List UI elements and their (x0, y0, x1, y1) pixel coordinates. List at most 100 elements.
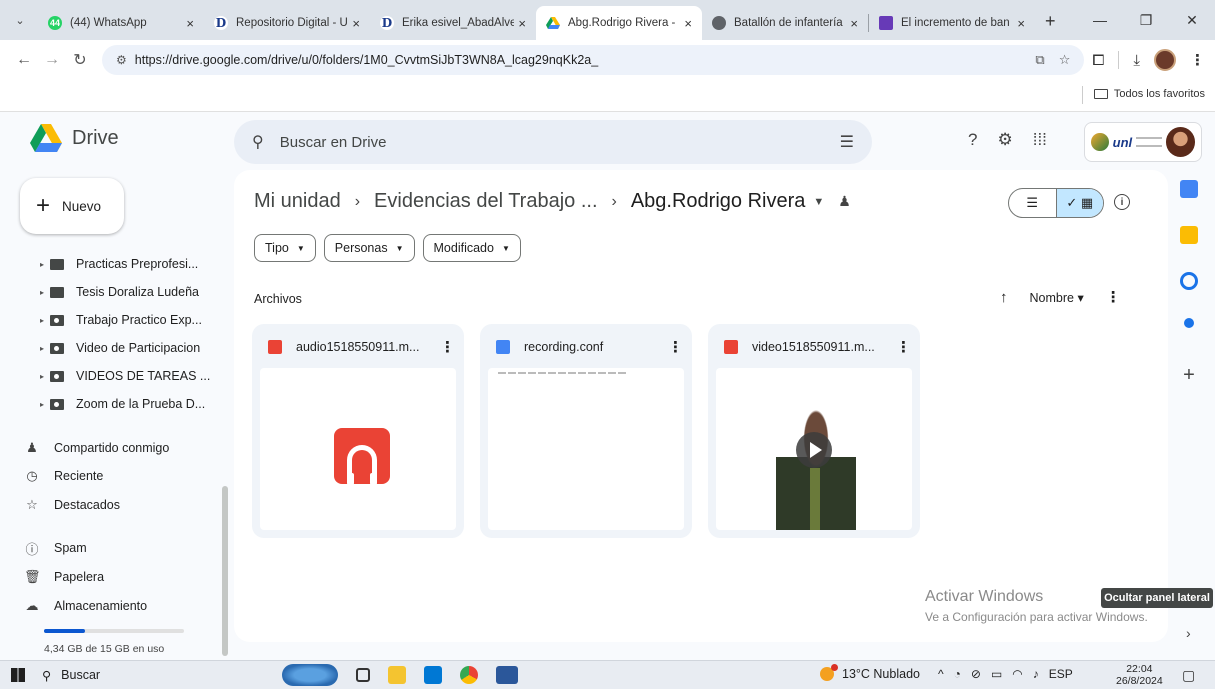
windows-start-icon[interactable] (0, 668, 36, 682)
tree-folder-item[interactable]: ▸ Practicas Preprofesi... (40, 250, 220, 278)
nav-spam[interactable]: ⓘ Spam (24, 536, 204, 560)
forward-arrow-icon[interactable]: → (38, 51, 66, 69)
file-card[interactable]: video1518550911.m... ⋮ (708, 324, 920, 538)
expand-arrow-icon[interactable]: ▸ (40, 400, 48, 409)
close-tab-icon[interactable]: × (1017, 16, 1025, 31)
mail-icon[interactable] (424, 666, 442, 684)
search-options-icon[interactable]: ☰ (840, 132, 854, 152)
breadcrumb-current[interactable]: Abg.Rodrigo Rivera (631, 190, 806, 213)
wifi-icon[interactable]: ◠ (1012, 667, 1022, 681)
filter-modified-chip[interactable]: Modificado ▼ (422, 234, 521, 262)
more-options-icon[interactable]: ⋮ (440, 338, 455, 356)
battery-icon[interactable]: ▭ (991, 667, 1002, 681)
apps-grid-icon[interactable]: ⁞⁞⁞ (1033, 130, 1047, 150)
dropdown-caret-icon[interactable]: ▼ (813, 196, 824, 208)
browser-tab[interactable]: Batallón de infantería × (702, 6, 868, 40)
chrome-icon[interactable] (460, 666, 478, 684)
install-app-icon[interactable]: ⧉ (1035, 52, 1044, 68)
browser-tab[interactable]: El incremento de ban × (869, 6, 1035, 40)
download-icon[interactable]: ⤓ (1133, 52, 1140, 69)
speaker-icon[interactable]: ♪ (1033, 667, 1039, 681)
expand-arrow-icon[interactable]: ▸ (40, 288, 48, 297)
tree-folder-item[interactable]: ▸ Tesis Doraliza Ludeña (40, 278, 220, 306)
widgets-globe-icon[interactable] (282, 664, 338, 686)
browser-menu-icon[interactable]: ⋮ (1190, 51, 1205, 69)
expand-arrow-icon[interactable]: ▸ (40, 372, 48, 381)
tree-folder-item[interactable]: ▸ VIDEOS DE TAREAS ... (40, 362, 220, 390)
expand-arrow-icon[interactable]: ▸ (40, 260, 48, 269)
weather-widget[interactable]: 13°C Nublado (820, 664, 920, 681)
nav-shared-with-me[interactable]: ♟ Compartido conmigo (24, 436, 204, 460)
nav-recent[interactable]: ◷ Reciente (24, 464, 204, 488)
chevron-right-icon[interactable]: › (1186, 625, 1191, 641)
file-thumbnail[interactable] (260, 368, 456, 530)
close-tab-icon[interactable]: × (850, 16, 858, 31)
minimize-icon[interactable]: — (1077, 0, 1123, 40)
tree-folder-item[interactable]: ▸ Trabajo Practico Exp... (40, 306, 220, 334)
show-hidden-icons-chevron-icon[interactable]: ^ (938, 667, 944, 681)
file-card[interactable]: audio1518550911.m... ⋮ (252, 324, 464, 538)
help-icon[interactable]: ? (968, 130, 977, 150)
url-text[interactable]: https://drive.google.com/drive/u/0/folde… (135, 53, 1022, 67)
search-icon[interactable]: ⚲ (252, 132, 264, 152)
nav-starred[interactable]: ☆ Destacados (24, 493, 204, 517)
taskbar-clock[interactable]: 22:04 26/8/2024 (1116, 663, 1163, 687)
back-arrow-icon[interactable]: ← (10, 51, 38, 69)
tree-folder-item[interactable]: ▸ Zoom de la Prueba D... (40, 390, 220, 418)
nav-storage[interactable]: ☁ Almacenamiento (24, 594, 204, 618)
close-tab-icon[interactable]: × (518, 16, 526, 31)
browser-tab[interactable]: D Repositorio Digital - U × (204, 6, 370, 40)
search-input[interactable]: Buscar en Drive (280, 134, 840, 151)
user-avatar[interactable] (1165, 127, 1195, 157)
list-view-icon[interactable]: ☰ (1009, 189, 1056, 217)
tree-folder-item[interactable]: ▸ Video de Participacion (40, 334, 220, 362)
network-icon[interactable]: ◔ (954, 667, 961, 681)
more-options-icon[interactable]: ⋮ (896, 338, 911, 356)
breadcrumb-parent[interactable]: Evidencias del Trabajo ... (374, 190, 597, 213)
browser-tab[interactable]: 44 (44) WhatsApp × (38, 6, 204, 40)
filter-type-chip[interactable]: Tipo ▼ (254, 234, 316, 262)
all-bookmarks-folder[interactable]: Todos los favoritos (1081, 86, 1205, 104)
more-options-icon[interactable]: ⋮ (1106, 288, 1121, 306)
restore-icon[interactable]: ❐ (1123, 0, 1169, 40)
tab-search-chevron-icon[interactable]: ⌄ (6, 6, 34, 34)
drive-search-bar[interactable]: ⚲ Buscar en Drive ☰ (234, 120, 872, 164)
close-tab-icon[interactable]: × (186, 16, 194, 31)
profile-avatar[interactable] (1154, 49, 1176, 71)
grid-view-icon[interactable]: ✓ ▦ (1055, 189, 1103, 217)
account-badge[interactable]: unl (1084, 122, 1202, 162)
new-tab-button[interactable]: + (1045, 11, 1056, 32)
close-tab-icon[interactable]: × (352, 16, 360, 31)
new-button[interactable]: + Nuevo (20, 178, 124, 234)
notification-icon[interactable]: ▢ (1182, 667, 1195, 684)
add-addon-icon[interactable]: + (1176, 364, 1202, 387)
sort-field-button[interactable]: Nombre ▾ (1030, 290, 1084, 305)
sort-direction-arrow-icon[interactable]: ↑ (1000, 289, 1008, 306)
play-icon[interactable] (796, 432, 832, 468)
settings-gear-icon[interactable]: ⚙ (997, 130, 1012, 150)
filter-people-chip[interactable]: Personas ▼ (323, 234, 415, 262)
close-tab-icon[interactable]: × (684, 16, 692, 31)
reload-icon[interactable]: ↻ (66, 50, 94, 70)
task-view-icon[interactable] (356, 668, 370, 682)
video-thumbnail[interactable] (716, 368, 912, 530)
shared-people-icon[interactable]: ♟ (838, 193, 851, 210)
contacts-icon[interactable] (1180, 318, 1198, 336)
file-card[interactable]: recording.conf ⋮ (480, 324, 692, 538)
omnibox[interactable]: ⚙ https://drive.google.com/drive/u/0/fol… (102, 45, 1085, 75)
expand-arrow-icon[interactable]: ▸ (40, 344, 48, 353)
taskbar-search[interactable]: ⚲ Buscar (42, 668, 242, 683)
drive-logo[interactable]: Drive (30, 124, 119, 152)
calendar-icon[interactable] (1180, 180, 1198, 198)
location-icon[interactable]: ⊘ (971, 667, 981, 681)
language-indicator[interactable]: ESP (1049, 667, 1073, 681)
extensions-icon[interactable]: ⧠ (1092, 52, 1104, 69)
file-thumbnail[interactable] (488, 368, 684, 530)
browser-tab-active[interactable]: Abg.Rodrigo Rivera - × (536, 6, 702, 40)
nav-trash[interactable]: 🗑 Papelera (24, 565, 204, 589)
more-options-icon[interactable]: ⋮ (668, 338, 683, 356)
info-icon[interactable]: i (1114, 194, 1130, 210)
bookmark-star-icon[interactable]: ☆ (1059, 52, 1071, 68)
breadcrumb-root[interactable]: Mi unidad (254, 190, 341, 213)
file-explorer-icon[interactable] (388, 666, 406, 684)
